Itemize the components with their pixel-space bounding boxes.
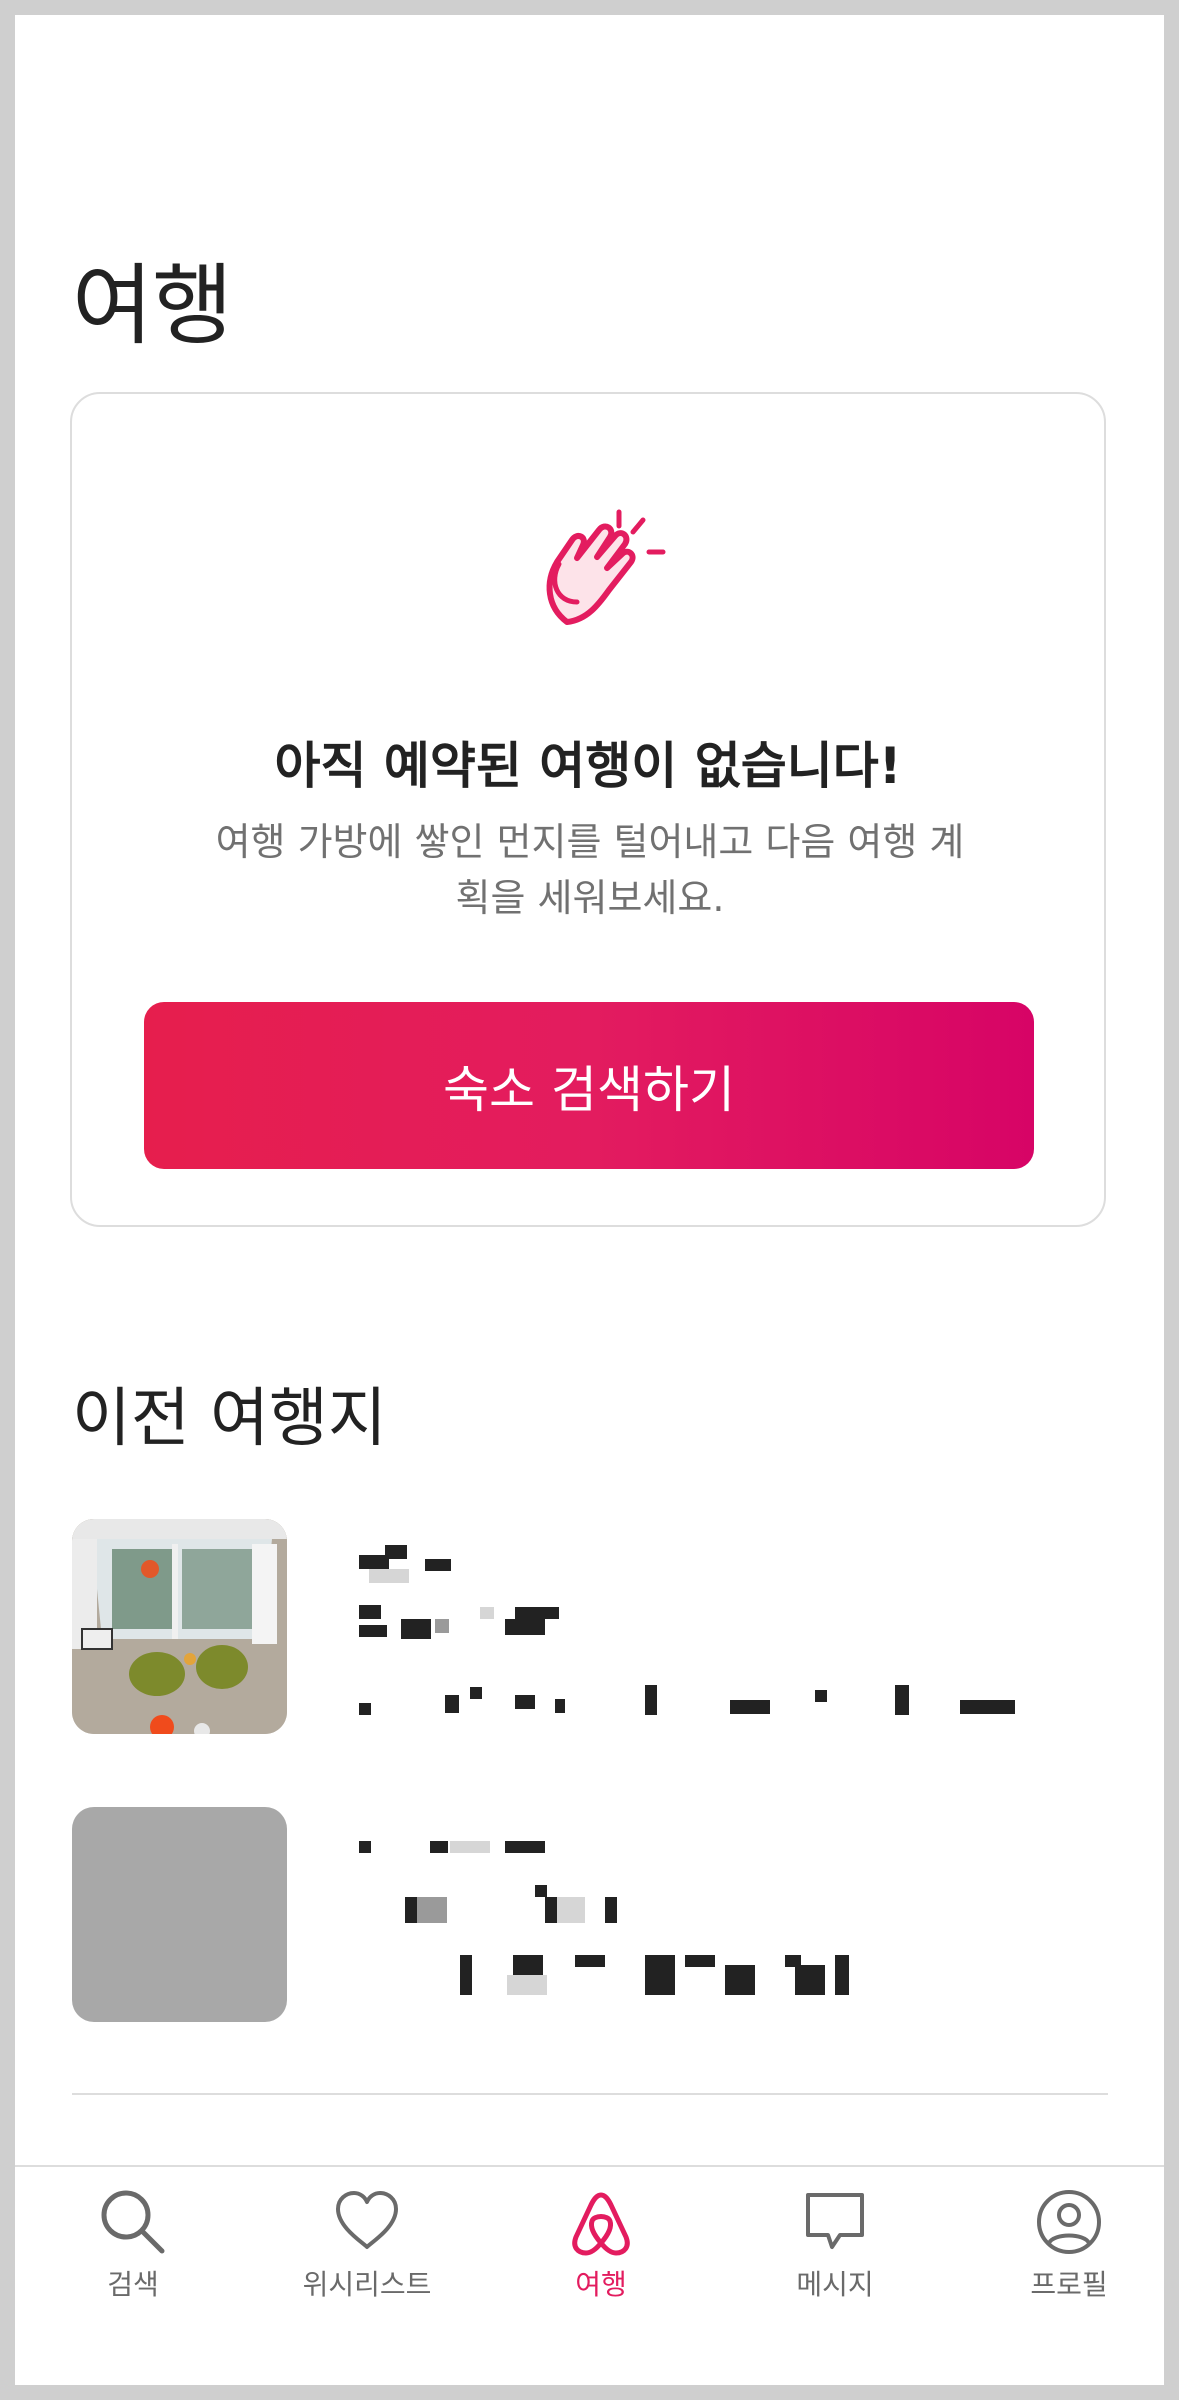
nav-item-messages[interactable]: 메시지 xyxy=(745,2187,925,2317)
empty-heading: 아직 예약된 여행이 없습니다! xyxy=(274,737,902,795)
trip-thumbnail-placeholder[interactable] xyxy=(72,1807,287,2022)
nav-item-profile[interactable]: 프로필 xyxy=(979,2187,1159,2317)
nav-item-trips[interactable]: 여행 xyxy=(511,2187,691,2317)
trip-info-redacted[interactable] xyxy=(345,1825,1045,2015)
heart-icon xyxy=(336,2191,398,2249)
profile-icon xyxy=(1037,2190,1101,2254)
trip-thumbnail[interactable] xyxy=(72,1519,287,1734)
screen: 여행 아직 예약된 여행이 없습니다! 여행 가방에 쌓인 먼지를 털어내고 다… xyxy=(15,15,1164,2385)
nav-label: 검색 xyxy=(107,2268,159,2301)
section-divider xyxy=(72,2093,1108,2095)
clapping-hands-icon xyxy=(546,509,666,625)
past-trips-title: 이전 여행지 xyxy=(72,1382,387,1456)
nav-item-search[interactable]: 검색 xyxy=(43,2187,223,2317)
bottom-nav: 검색 위시리스트 여행 메시지 프로필 xyxy=(15,2165,1164,2385)
nav-label: 여행 xyxy=(575,2268,627,2301)
search-stays-button[interactable]: 숙소 검색하기 xyxy=(144,1002,1034,1169)
nav-label: 위시리스트 xyxy=(302,2268,432,2301)
airbnb-logo-icon xyxy=(572,2192,630,2256)
page-title: 여행 xyxy=(72,254,233,357)
message-icon xyxy=(806,2193,864,2249)
empty-trips-card: 아직 예약된 여행이 없습니다! 여행 가방에 쌓인 먼지를 털어내고 다음 여… xyxy=(70,392,1106,1227)
empty-subtext: 여행 가방에 쌓인 먼지를 털어내고 다음 여행 계획을 세워보세요. xyxy=(215,820,965,920)
room-photo-image xyxy=(72,1519,287,1734)
nav-item-wishlists[interactable]: 위시리스트 xyxy=(277,2187,457,2317)
trip-info-redacted[interactable] xyxy=(345,1535,1045,1725)
search-icon xyxy=(101,2190,165,2254)
nav-label: 메시지 xyxy=(796,2268,874,2301)
nav-label: 프로필 xyxy=(1030,2268,1108,2301)
